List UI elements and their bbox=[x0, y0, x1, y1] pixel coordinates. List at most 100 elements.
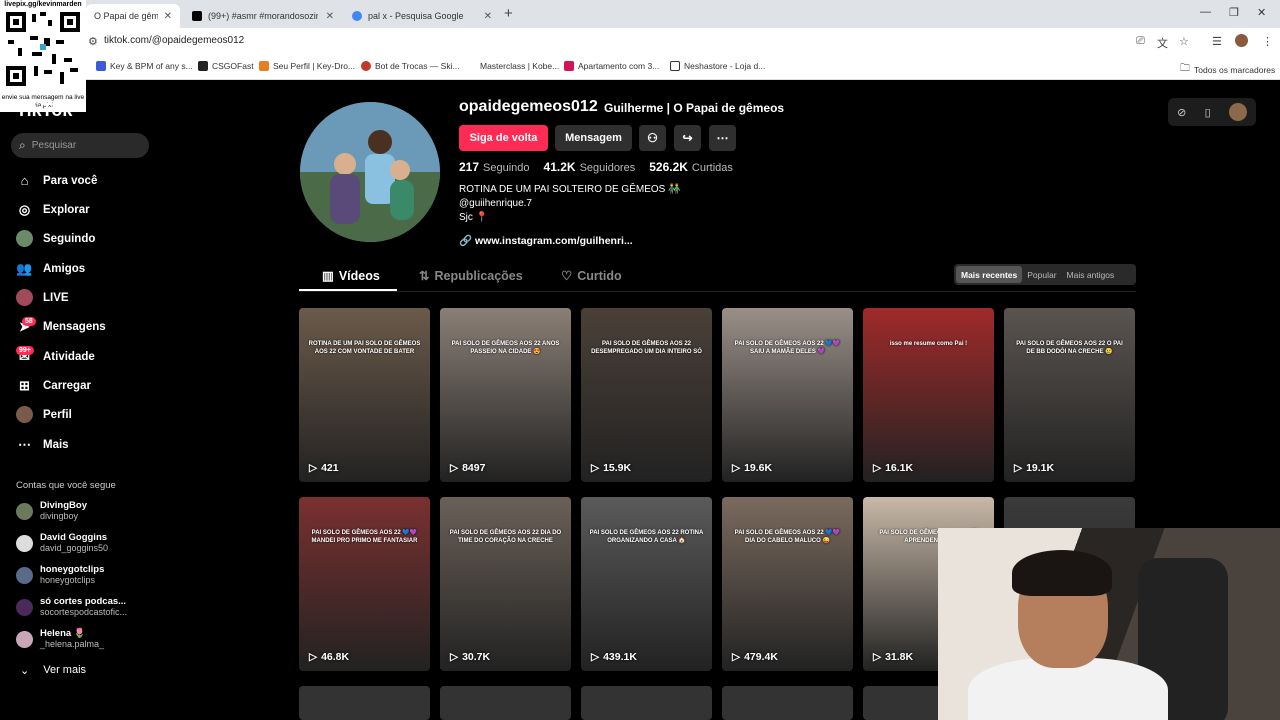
kebab-menu-icon[interactable]: ⋮ bbox=[1262, 35, 1273, 48]
bookmark-4[interactable]: Bot de Trocas — Ski... bbox=[361, 61, 460, 71]
nav-following[interactable]: Seguindo bbox=[16, 230, 95, 247]
new-tab-icon[interactable]: + bbox=[504, 5, 513, 22]
video-caption: PAI SOLO DE GÊMEOS AOS 22 DIA DO TIME DO… bbox=[449, 530, 562, 544]
account-username: _helena.palma_ bbox=[40, 639, 105, 649]
bookmark-label: Seu Perfil | Key-Dro... bbox=[273, 61, 356, 71]
close-icon[interactable]: ✕ bbox=[326, 11, 334, 22]
sort-oldest[interactable]: Mais antigos bbox=[1062, 266, 1120, 283]
bookmark-7[interactable]: Neshastore - Loja d... bbox=[670, 61, 765, 71]
minimize-icon[interactable]: — bbox=[1200, 6, 1211, 18]
bio-mention[interactable]: @guiihenrique.7 bbox=[459, 197, 681, 211]
tab-videos[interactable]: ▥ Vídeos bbox=[322, 268, 380, 284]
translate-icon[interactable]: 文 bbox=[1157, 35, 1168, 51]
ellipsis-icon: ⋯ bbox=[716, 131, 729, 145]
account-item[interactable]: honeygotclips honeygotclips bbox=[16, 564, 104, 586]
browser-tab-1[interactable]: O Papai de gêmeo ✕ bbox=[86, 4, 180, 28]
user-avatar-icon[interactable] bbox=[1228, 103, 1247, 121]
nav-for-you[interactable]: ⌂ Para você bbox=[16, 172, 98, 189]
followers-count: 41.2K bbox=[543, 160, 576, 174]
nav-upload[interactable]: ⊞ Carregar bbox=[16, 377, 91, 394]
view-count-value: 16.1K bbox=[885, 462, 914, 474]
see-more-button[interactable]: ⌄ Ver mais bbox=[20, 664, 86, 677]
bookmark-1[interactable]: Key & BPM of any s... bbox=[96, 61, 193, 71]
account-item[interactable]: David Goggins david_goggins50 bbox=[16, 532, 108, 554]
nav-live[interactable]: LIVE bbox=[16, 289, 69, 306]
video-thumbnail[interactable]: PAI SOLO DE GÊMEOS AOS 22 O PAI DE BB DO… bbox=[1004, 308, 1135, 482]
repost-icon: ⇅ bbox=[419, 269, 430, 283]
add-friend-button[interactable]: ⚇ bbox=[639, 125, 666, 151]
coin-icon[interactable]: ⊘ bbox=[1177, 106, 1186, 119]
live-icon bbox=[16, 289, 33, 306]
profile-link[interactable]: 🔗 www.instagram.com/guilhenri... bbox=[459, 234, 633, 247]
nav-more[interactable]: ⋯ Mais bbox=[16, 436, 69, 453]
account-name: DivingBoy bbox=[40, 500, 87, 511]
tiktok-favicon-icon bbox=[192, 11, 202, 21]
share-button[interactable]: ↪ bbox=[674, 125, 701, 151]
video-thumbnail[interactable]: PAI SOLO DE GÊMEOS AOS 22 💙💜 MANDEI PRO … bbox=[299, 497, 430, 671]
tab-liked[interactable]: ♡ Curtido bbox=[561, 268, 622, 284]
video-thumbnail[interactable] bbox=[581, 686, 712, 720]
play-icon: ▷ bbox=[309, 462, 318, 474]
bookmark-3[interactable]: Seu Perfil | Key-Dro... bbox=[259, 61, 355, 71]
browser-tab-3[interactable]: pal x - Pesquisa Google ✕ bbox=[344, 4, 500, 28]
likes-label: Curtidas bbox=[691, 162, 733, 174]
url-field[interactable]: tiktok.com/@opaidegemeos012 bbox=[104, 35, 244, 46]
message-button[interactable]: Mensagem bbox=[555, 125, 632, 151]
device-icon[interactable]: ▯ bbox=[1205, 106, 1211, 119]
video-thumbnail[interactable]: PAI SOLO DE GÊMEOS AOS 22 ANOS PASSEIO N… bbox=[440, 308, 571, 482]
browser-tab-bar: O Papai de gêmeo ✕ (99+) #asmr #morandos… bbox=[0, 0, 1280, 28]
follow-back-button[interactable]: Siga de volta bbox=[459, 125, 548, 151]
tiktok-logo[interactable]: TikTok bbox=[16, 100, 72, 121]
video-thumbnail[interactable] bbox=[722, 686, 853, 720]
view-count-value: 19.6K bbox=[744, 462, 773, 474]
bookmark-2[interactable]: CSGOFast bbox=[198, 61, 254, 71]
cast-icon[interactable]: ⎚ bbox=[1136, 35, 1145, 48]
video-thumbnail[interactable] bbox=[440, 686, 571, 720]
video-thumbnail[interactable]: PAI SOLO DE GÊMEOS AOS 22 💙💜 DIA DO CABE… bbox=[722, 497, 853, 671]
bookmark-6[interactable]: Apartamento com 3... bbox=[564, 61, 659, 71]
video-thumbnail[interactable]: PAI SOLO DE GÊMEOS AOS 22 DESEMPREGADO U… bbox=[581, 308, 712, 482]
browser-tab-2[interactable]: (99+) #asmr #morandosozinho ✕ bbox=[184, 4, 342, 28]
tab-label: Republicações bbox=[434, 268, 523, 283]
sort-toggle: Mais recentes Popular Mais antigos bbox=[954, 264, 1136, 285]
nav-explore[interactable]: ◎ Explorar bbox=[16, 201, 90, 218]
account-username: honeygotclips bbox=[40, 575, 96, 585]
sort-popular[interactable]: Popular bbox=[1022, 266, 1061, 283]
close-icon[interactable]: ✕ bbox=[164, 11, 172, 22]
account-item[interactable]: só cortes podcas... socortespodcastofic..… bbox=[16, 596, 127, 618]
video-thumbnail[interactable] bbox=[299, 686, 430, 720]
account-username: socortespodcastofic... bbox=[40, 607, 128, 617]
folder-icon: 🗀 bbox=[1180, 63, 1190, 74]
friends-icon: 👥 bbox=[16, 260, 33, 276]
video-thumbnail[interactable]: ROTINA DE UM PAI SOLO DE GÊMEOS AOS 22 C… bbox=[299, 308, 430, 482]
video-caption: PAI SOLO DE GÊMEOS AOS 22 DESEMPREGADO U… bbox=[591, 341, 702, 355]
video-thumbnail[interactable]: PAI SOLO DE GÊMEOS AOS 22 💙💜 SAIU A MAMÃ… bbox=[722, 308, 853, 482]
following-stat: 217 Seguindo bbox=[459, 160, 530, 174]
account-item[interactable]: Helena 🌷 _helena.palma_ bbox=[16, 628, 104, 650]
profile-username: opaidegemeos012 bbox=[459, 98, 598, 115]
bookmark-5[interactable]: Masterclass | Kobe... bbox=[466, 61, 559, 71]
extensions-icon[interactable]: ☰ bbox=[1212, 35, 1222, 48]
profile-avatar-icon[interactable] bbox=[1235, 34, 1248, 47]
video-thumbnail[interactable]: isso me resume como Pai ! ▷ 16.1K bbox=[863, 308, 994, 482]
search-input[interactable]: ⌕ Pesquisar bbox=[11, 133, 149, 158]
video-caption: isso me resume como Pai ! bbox=[889, 341, 968, 347]
play-icon: ▷ bbox=[873, 651, 882, 663]
star-icon[interactable]: ☆ bbox=[1179, 35, 1189, 48]
view-count-value: 15.9K bbox=[603, 462, 632, 474]
nav-friends[interactable]: 👥 Amigos bbox=[16, 260, 85, 277]
nav-profile[interactable]: Perfil bbox=[16, 406, 72, 423]
sort-recent[interactable]: Mais recentes bbox=[956, 266, 1023, 283]
account-item[interactable]: DivingBoy divingboy bbox=[16, 500, 87, 522]
all-bookmarks[interactable]: 🗀 Todos os marcadores bbox=[1180, 61, 1275, 78]
video-thumbnail[interactable]: PAI SOLO DE GÊMEOS AOS 22 DIA DO TIME DO… bbox=[440, 497, 571, 671]
play-icon: ▷ bbox=[450, 651, 459, 663]
site-info-icon[interactable]: ⚙ bbox=[88, 35, 98, 48]
video-thumbnail[interactable]: PAI SOLO DE GÊMEOS AOS 22 ROTINA ORGANIZ… bbox=[581, 497, 712, 671]
more-options-button[interactable]: ⋯ bbox=[709, 125, 736, 151]
close-icon[interactable]: ✕ bbox=[484, 11, 492, 22]
tab-reposts[interactable]: ⇅ Republicações bbox=[419, 268, 523, 284]
window-close-icon[interactable]: ✕ bbox=[1257, 6, 1266, 19]
restore-icon[interactable]: ❐ bbox=[1229, 6, 1239, 19]
logo-text: TikTok bbox=[16, 100, 73, 120]
